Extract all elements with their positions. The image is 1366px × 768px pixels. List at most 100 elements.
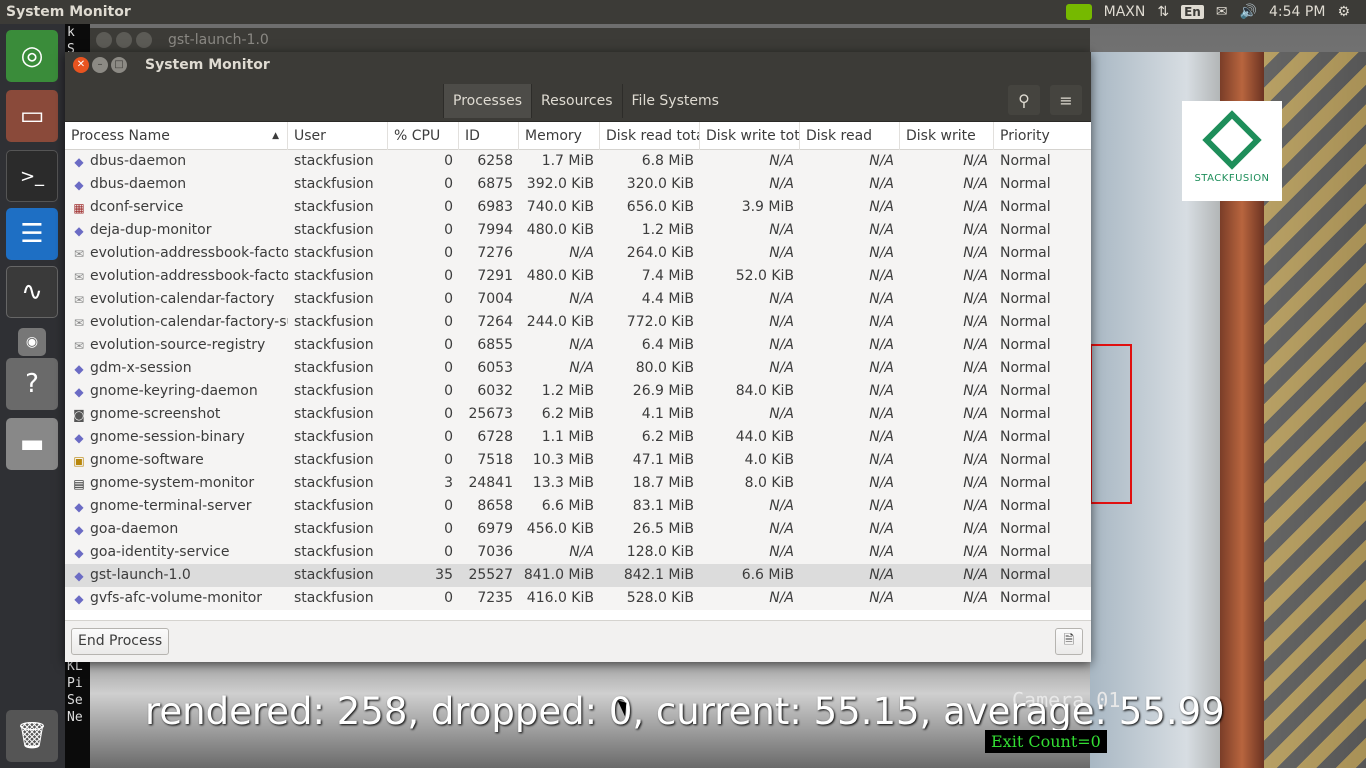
- column-id[interactable]: ID: [459, 122, 519, 150]
- cell-cpu: 0: [444, 199, 453, 215]
- cell-disk-read: N/A: [869, 314, 894, 330]
- screenshot-icon[interactable]: ◉: [18, 328, 46, 356]
- disks-icon[interactable]: ▬: [6, 418, 58, 470]
- cell-user: stackfusion: [294, 268, 374, 284]
- table-row[interactable]: ◆ goa-identity-service stackfusion 0 7036 N/A…: [65, 541, 1091, 564]
- table-row[interactable]: ▤ gnome-system-monitor stackfusion 3 24841 13…: [65, 472, 1091, 495]
- tab-file-systems[interactable]: File Systems: [621, 84, 728, 118]
- table-row[interactable]: ◆ gvfs-afc-volume-monitor stackfusion 0 7235…: [65, 587, 1091, 610]
- cell-disk-write-total: 44.0 KiB: [735, 429, 794, 445]
- column-process-name[interactable]: Process Name ▲: [65, 122, 288, 150]
- column-priority[interactable]: Priority: [994, 122, 1091, 150]
- close-icon[interactable]: [96, 32, 112, 48]
- cell-priority: Normal: [1000, 590, 1051, 606]
- table-row[interactable]: ◆ deja-dup-monitor stackfusion 0 7994 480.0 K…: [65, 219, 1091, 242]
- help-icon[interactable]: ?: [6, 358, 58, 410]
- system-monitor-icon[interactable]: ∿: [6, 266, 58, 318]
- table-row[interactable]: ▣ gnome-software stackfusion 0 7518 10.3 MiB 4…: [65, 449, 1091, 472]
- cell-user: stackfusion: [294, 429, 374, 445]
- table-row[interactable]: ◙ gnome-screenshot stackfusion 0 25673 6.2 Mi…: [65, 403, 1091, 426]
- table-row[interactable]: ◆ gst-launch-1.0 stackfusion 35 25527 841.0 M…: [65, 564, 1091, 587]
- cell-process-id: 7004: [477, 291, 513, 307]
- table-row[interactable]: ◆ gnome-terminal-server stackfusion 0 8658 6.…: [65, 495, 1091, 518]
- cell-user: stackfusion: [294, 153, 374, 169]
- window-titlebar[interactable]: ✕ – □ System Monitor: [65, 52, 1091, 77]
- maximize-icon[interactable]: [136, 32, 152, 48]
- menu-button[interactable]: ≡: [1050, 85, 1082, 115]
- tab-resources[interactable]: Resources: [531, 84, 622, 118]
- column-disk-write[interactable]: Disk write: [900, 122, 994, 150]
- process-name-text: dbus-daemon: [90, 153, 187, 169]
- hamburger-menu-icon: ≡: [1059, 90, 1073, 110]
- files-icon[interactable]: ▭: [6, 90, 58, 142]
- table-row[interactable]: ✉ evolution-addressbook-factory stackfusio…: [65, 242, 1091, 265]
- cell-memory: N/A: [569, 544, 594, 560]
- table-row[interactable]: ◆ dbus-daemon stackfusion 0 6258 1.7 MiB 6.8 M…: [65, 150, 1091, 173]
- minimize-button[interactable]: –: [92, 56, 108, 73]
- terminal-line: Ne: [67, 710, 83, 725]
- background-window-titlebar[interactable]: gst-launch-1.0: [90, 28, 1090, 52]
- text-editor-icon[interactable]: ☰: [6, 208, 58, 260]
- network-icon[interactable]: ⇅: [1157, 4, 1169, 20]
- column-user[interactable]: User: [288, 122, 388, 150]
- table-row[interactable]: ◆ gnome-keyring-daemon stackfusion 0 6032 1.2…: [65, 380, 1091, 403]
- clock[interactable]: 4:54 PM: [1269, 4, 1325, 20]
- table-row[interactable]: ✉ evolution-calendar-factory stackfusion 0 7…: [65, 288, 1091, 311]
- nvidia-icon[interactable]: [1065, 4, 1092, 20]
- column-disk-read[interactable]: Disk read: [800, 122, 900, 150]
- table-row[interactable]: ◆ dbus-daemon stackfusion 0 6875 392.0 KiB 320…: [65, 173, 1091, 196]
- mail-icon[interactable]: ✉: [1216, 4, 1228, 20]
- process-list[interactable]: ◆ dbus-daemon stackfusion 0 6258 1.7 MiB 6.8 M…: [65, 150, 1091, 620]
- cell-priority: Normal: [1000, 567, 1051, 583]
- terminal-line: k: [67, 25, 75, 40]
- keyboard-layout-indicator[interactable]: En: [1181, 5, 1204, 19]
- table-row[interactable]: ✉ evolution-addressbook-factory stackfusio…: [65, 265, 1091, 288]
- cell-memory: 740.0 KiB: [526, 199, 594, 215]
- settings-gear-icon[interactable]: ⚙: [1337, 4, 1350, 20]
- cell-process-name: ✉ evolution-calendar-factory-subprocess: [65, 311, 288, 334]
- table-row[interactable]: ▦ dconf-service stackfusion 0 6983 740.0 KiB 6…: [65, 196, 1091, 219]
- cell-user: stackfusion: [294, 567, 374, 583]
- end-process-button[interactable]: End Process: [71, 628, 170, 655]
- cell-disk-write: N/A: [963, 199, 988, 215]
- column-disk-write-total[interactable]: Disk write total: [700, 122, 800, 150]
- ubuntu-dash-icon[interactable]: ◎: [6, 30, 58, 82]
- cell-disk-read-total: 18.7 MiB: [632, 475, 694, 491]
- volume-icon[interactable]: 🔊: [1240, 4, 1257, 20]
- cell-priority: Normal: [1000, 429, 1051, 445]
- column-memory[interactable]: Memory: [519, 122, 600, 150]
- cell-disk-write: N/A: [963, 222, 988, 238]
- table-row[interactable]: ◆ gdm-x-session stackfusion 0 6053 N/A 80.0 Ki…: [65, 357, 1091, 380]
- trash-icon[interactable]: 🗑: [6, 710, 58, 762]
- column-cpu[interactable]: % CPU: [388, 122, 459, 150]
- minimize-icon[interactable]: [116, 32, 132, 48]
- cell-disk-write: N/A: [963, 567, 988, 583]
- table-row[interactable]: ◆ goa-daemon stackfusion 0 6979 456.0 KiB 26.5…: [65, 518, 1091, 541]
- cell-disk-read-total: 6.8 MiB: [641, 153, 694, 169]
- table-row[interactable]: ✉ evolution-source-registry stackfusion 0 68…: [65, 334, 1091, 357]
- process-name-text: deja-dup-monitor: [90, 222, 212, 238]
- cell-priority: Normal: [1000, 406, 1051, 422]
- cell-cpu: 0: [444, 406, 453, 422]
- cell-disk-read-total: 6.2 MiB: [641, 429, 694, 445]
- cell-disk-read: N/A: [869, 245, 894, 261]
- cell-user: stackfusion: [294, 360, 374, 376]
- cell-memory: 841.0 MiB: [523, 567, 594, 583]
- cell-memory: 480.0 KiB: [526, 222, 594, 238]
- table-row[interactable]: ✉ evolution-calendar-factory-subprocess st…: [65, 311, 1091, 334]
- power-mode-indicator[interactable]: MAXN: [1104, 4, 1146, 20]
- cell-disk-write: N/A: [963, 475, 988, 491]
- diamond-icon: ◆: [74, 361, 84, 376]
- close-button[interactable]: ✕: [73, 56, 89, 73]
- tab-processes[interactable]: Processes: [443, 84, 532, 118]
- envelope-icon: ✉: [73, 292, 85, 307]
- cell-disk-write: N/A: [963, 429, 988, 445]
- search-button[interactable]: ⚲: [1008, 85, 1040, 115]
- terminal-icon[interactable]: >_: [6, 150, 58, 202]
- column-disk-read-total[interactable]: Disk read total: [600, 122, 700, 150]
- maximize-button[interactable]: □: [111, 56, 127, 73]
- cell-priority: Normal: [1000, 291, 1051, 307]
- properties-button[interactable]: 🗎: [1055, 628, 1083, 655]
- table-row[interactable]: ◆ gnome-session-binary stackfusion 0 6728 1.1…: [65, 426, 1091, 449]
- fps-overlay: rendered: 258, dropped: 0, current: 55.1…: [145, 690, 1225, 733]
